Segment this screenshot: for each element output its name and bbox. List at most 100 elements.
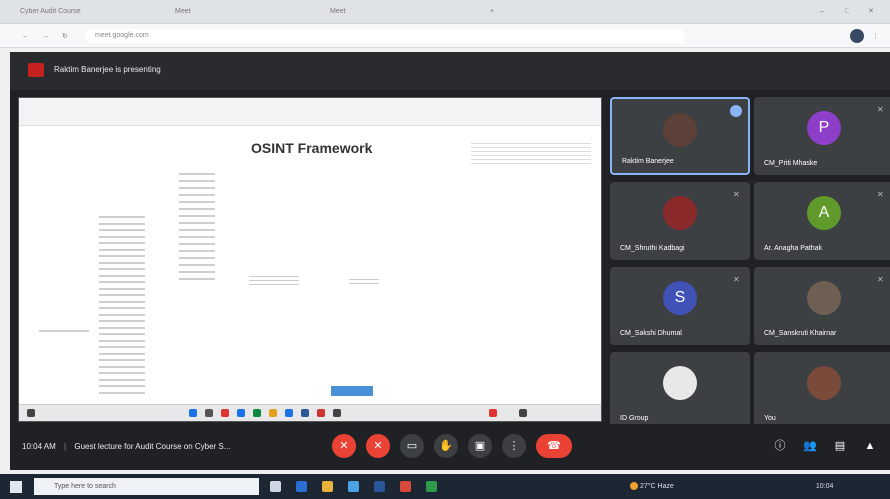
- camera-off-button[interactable]: ✕: [366, 434, 390, 458]
- mic-off-icon: ✕: [733, 190, 740, 199]
- tray-icon: [489, 409, 497, 417]
- tree-node-line: [99, 300, 145, 303]
- participant-name: Raktim Banerjee: [622, 158, 674, 165]
- speaking-indicator-icon: [730, 105, 742, 117]
- edge-icon[interactable]: [296, 481, 307, 492]
- reload-icon[interactable]: ↻: [62, 29, 68, 45]
- tree-node-line: [179, 208, 215, 210]
- participant-tile[interactable]: Raktim Banerjee: [610, 97, 750, 175]
- tree-node-line: [179, 222, 215, 224]
- present-button[interactable]: ▣: [468, 434, 492, 458]
- participant-name: CM_Sanskruti Khairnar: [764, 330, 837, 337]
- tree-node-line: [179, 271, 215, 273]
- minimize-icon[interactable]: –: [820, 4, 824, 20]
- tree-node-line: [99, 255, 145, 257]
- chrome-icon[interactable]: [400, 481, 411, 492]
- taskbar-search-input[interactable]: Type here to search: [34, 478, 259, 495]
- browser-tab[interactable]: Meet: [330, 4, 450, 20]
- forward-icon[interactable]: →: [42, 29, 49, 45]
- mic-off-icon: ✕: [877, 190, 884, 199]
- browser-tab[interactable]: Meet: [175, 4, 315, 20]
- menu-icon[interactable]: ⋮: [872, 29, 879, 45]
- leave-call-button[interactable]: ☎: [536, 434, 572, 458]
- file-explorer-icon[interactable]: [322, 481, 333, 492]
- participant-tile[interactable]: A Ar. Anagha Pathak ✕: [754, 182, 890, 260]
- separator: |: [64, 442, 67, 451]
- participant-avatar: S: [663, 281, 697, 315]
- participant-avatar: A: [807, 196, 841, 230]
- tab-label: Meet: [175, 8, 191, 15]
- participant-photo: [663, 196, 697, 230]
- participant-photo: [807, 366, 841, 400]
- tree-node-line: [99, 268, 145, 270]
- store-icon[interactable]: [348, 481, 359, 492]
- clock[interactable]: 10:04: [816, 483, 834, 490]
- taskbar-app-icon: [205, 409, 213, 417]
- participant-photo: [663, 366, 697, 400]
- url-input[interactable]: meet.google.com: [85, 29, 685, 43]
- browser-tab[interactable]: Cyber Audit Course: [20, 4, 160, 20]
- participant-name: You: [764, 415, 776, 422]
- weather-icon: [630, 482, 638, 490]
- participant-name: CM_Shruthi Kadbagi: [620, 245, 685, 252]
- mic-off-icon: ✕: [877, 105, 884, 114]
- participant-name: ID Group: [620, 415, 649, 422]
- participant-tile[interactable]: S CM_Sakshi Dhumal ✕: [610, 267, 750, 345]
- mic-off-icon: ✕: [877, 275, 884, 284]
- task-view-icon[interactable]: [270, 481, 281, 492]
- tree-node-line: [99, 222, 145, 225]
- participant-tile[interactable]: CM_Shruthi Kadbagi ✕: [610, 182, 750, 260]
- profile-avatar[interactable]: [850, 29, 864, 43]
- taskbar-app-icon: [317, 409, 325, 417]
- taskbar-app-icon: [237, 409, 245, 417]
- raise-hand-button[interactable]: ✋: [434, 434, 458, 458]
- mic-off-button[interactable]: ✕: [332, 434, 356, 458]
- tree-node-line: [99, 307, 145, 309]
- participant-tile[interactable]: CM_Sanskruti Khairnar ✕: [754, 267, 890, 345]
- taskbar-app-icon: [269, 409, 277, 417]
- participant-photo: [807, 281, 841, 315]
- tree-node-line: [179, 243, 215, 245]
- close-icon[interactable]: ✕: [868, 4, 874, 20]
- tree-node-line: [99, 229, 145, 231]
- tree-node-line: [99, 248, 145, 251]
- start-icon: [27, 409, 35, 417]
- people-icon[interactable]: 👥: [798, 434, 822, 458]
- more-options-button[interactable]: ⋮: [502, 434, 526, 458]
- participant-tile[interactable]: ID Group: [610, 352, 750, 430]
- taskbar-app-icon: [285, 409, 293, 417]
- info-icon[interactable]: ⓘ: [768, 434, 792, 458]
- participant-name: CM_Priti Mhaske: [764, 160, 818, 167]
- tree-node-line: [99, 339, 145, 342]
- captions-button[interactable]: ▭: [400, 434, 424, 458]
- participant-tile[interactable]: You: [754, 352, 890, 430]
- browser-tab-strip: Cyber Audit Course Meet Meet + – □ ✕: [0, 0, 890, 24]
- present-screen-icon: [28, 63, 44, 77]
- tree-node-line: [179, 257, 215, 259]
- maximize-icon[interactable]: □: [845, 4, 849, 20]
- shared-blue-button: [331, 386, 373, 396]
- address-bar: ← → ↻ meet.google.com ⋮: [0, 24, 890, 48]
- app-icon[interactable]: [426, 481, 437, 492]
- tree-node-line: [179, 250, 215, 252]
- tree-node-line: [179, 278, 215, 280]
- tab-label: Meet: [330, 8, 346, 15]
- chat-icon[interactable]: ▤: [828, 434, 852, 458]
- taskbar-app-icon: [221, 409, 229, 417]
- meeting-controls-bar: 10:04 AM | Guest lecture for Audit Cours…: [10, 424, 890, 470]
- tree-node-line: [99, 326, 145, 329]
- tree-node-line: [179, 194, 215, 196]
- tree-node-line: [99, 320, 145, 322]
- participant-tile[interactable]: P CM_Priti Mhaske ✕: [754, 97, 890, 175]
- taskbar-app-icon: [253, 409, 261, 417]
- system-tray: 27°C Haze 10:04: [630, 482, 833, 490]
- tree-node-line: [99, 378, 145, 381]
- windows-start-icon[interactable]: [10, 481, 22, 493]
- participant-name: Ar. Anagha Pathak: [764, 245, 822, 252]
- new-tab-plus-icon[interactable]: +: [490, 4, 494, 20]
- meeting-time: 10:04 AM: [22, 442, 56, 451]
- activities-icon[interactable]: ▲: [858, 434, 882, 458]
- tree-node: [349, 276, 379, 284]
- back-icon[interactable]: ←: [22, 29, 29, 45]
- mail-icon[interactable]: [374, 481, 385, 492]
